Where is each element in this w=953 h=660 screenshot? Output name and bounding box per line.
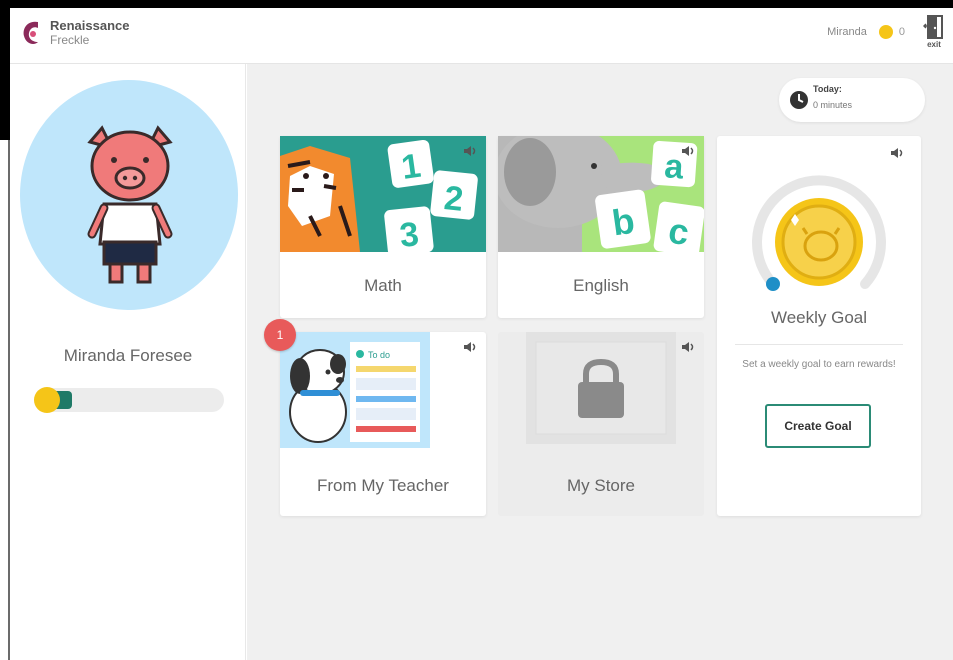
from-my-teacher-label: From My Teacher xyxy=(317,476,449,495)
lock-icon xyxy=(578,382,624,418)
brand-product: Freckle xyxy=(50,33,90,47)
english-elephant-image: b c a xyxy=(498,136,704,252)
from-my-teacher-card[interactable]: To do From My Teacher xyxy=(280,332,486,516)
exit-label: exit xyxy=(927,40,941,49)
speaker-icon[interactable] xyxy=(462,144,478,158)
teacher-dog-image: To do xyxy=(280,332,430,448)
notification-badge: 1 xyxy=(264,319,296,351)
app-window: Renaissance Freckle Miranda 0 exit Miran… xyxy=(0,0,953,660)
pig-avatar-icon xyxy=(87,125,173,284)
profile-panel: Miranda Foresee xyxy=(10,64,246,660)
speaker-icon[interactable] xyxy=(462,340,478,354)
create-goal-button[interactable]: Create Goal xyxy=(765,404,871,448)
todo-label: To do xyxy=(368,350,390,360)
coin-count: 0 xyxy=(898,25,905,38)
user-name: Miranda xyxy=(827,25,867,38)
weekly-goal-coin-icon xyxy=(752,175,886,291)
math-card[interactable]: 1 2 3 Math xyxy=(280,136,486,318)
freckle-logo-icon xyxy=(23,21,38,44)
coin-icon xyxy=(878,24,893,39)
speaker-icon[interactable] xyxy=(889,146,905,160)
weekly-goal-description: Set a weekly goal to earn rewards! xyxy=(742,359,896,370)
weekly-goal-card: Weekly Goal Set a weekly goal to earn re… xyxy=(717,136,921,516)
my-store-label: My Store xyxy=(566,476,636,495)
time-today: Today: 0 minutes xyxy=(779,78,925,122)
user-area: Miranda 0 exit xyxy=(827,14,945,49)
svg-text:3: 3 xyxy=(398,215,421,252)
english-label: English xyxy=(573,276,629,295)
screen-edge-top xyxy=(0,0,953,8)
student-name: Miranda Foresee xyxy=(63,346,193,365)
divider xyxy=(735,344,903,345)
weekly-goal-title: Weekly Goal xyxy=(770,308,868,327)
exit-door-icon xyxy=(923,15,943,39)
speaker-icon[interactable] xyxy=(680,340,696,354)
svg-text:2: 2 xyxy=(442,179,465,219)
brand[interactable]: Renaissance Freckle xyxy=(20,18,130,48)
top-header: Renaissance Freckle Miranda 0 exit xyxy=(10,8,953,64)
store-locked-image xyxy=(526,332,676,444)
exit-button[interactable]: exit xyxy=(923,14,945,49)
math-label: Math xyxy=(364,276,402,295)
coin-icon xyxy=(34,387,60,413)
screen-edge-left xyxy=(0,0,10,140)
math-tiger-image: 1 2 3 xyxy=(280,136,486,252)
progress-bar xyxy=(34,387,224,413)
clock-icon xyxy=(790,91,808,109)
avatar[interactable] xyxy=(20,80,238,310)
time-label: Today: xyxy=(813,84,842,94)
my-store-card[interactable]: My Store xyxy=(498,332,704,516)
speaker-icon[interactable] xyxy=(680,144,696,158)
english-card[interactable]: b c a English xyxy=(498,136,704,318)
brand-name: Renaissance xyxy=(50,18,130,33)
time-value: 0 minutes xyxy=(813,100,853,110)
